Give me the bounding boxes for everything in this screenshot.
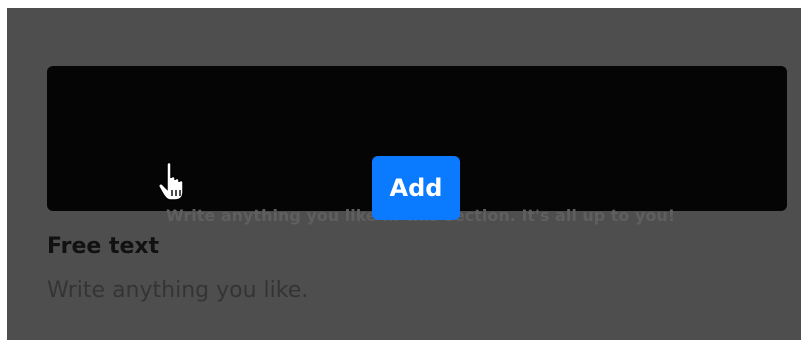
hand-pointer-icon [158,162,184,201]
block-title: Free text [47,234,160,259]
modal-overlay: Write anything you like in this section.… [7,8,801,340]
add-button[interactable]: Add [372,156,460,220]
block-description: Write anything you like. [47,278,309,303]
